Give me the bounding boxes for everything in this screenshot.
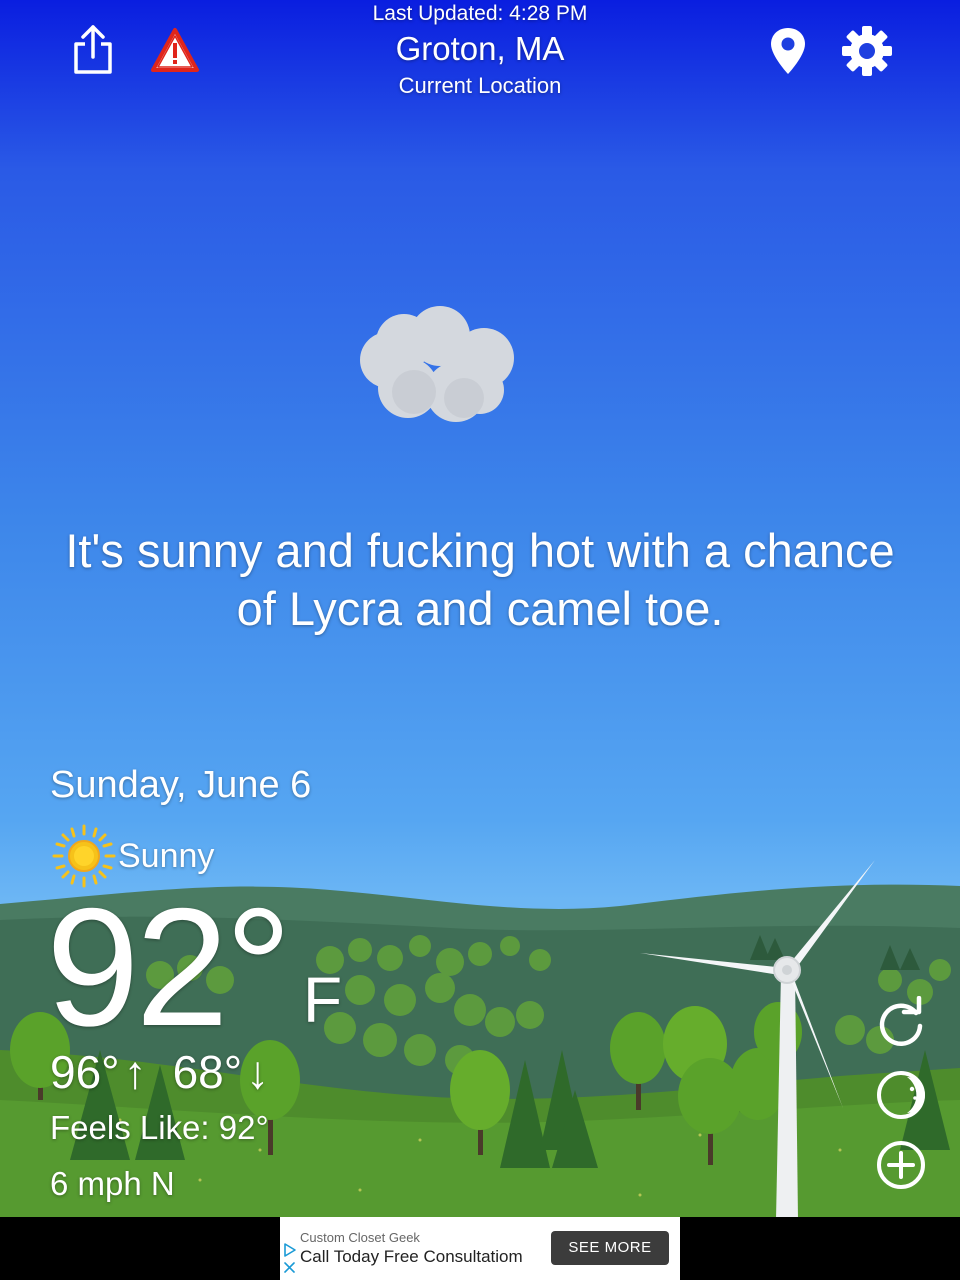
wind-label: 6 mph N bbox=[50, 1165, 175, 1202]
warning-triangle-icon[interactable] bbox=[150, 26, 200, 74]
high-temperature: 96° bbox=[50, 1046, 120, 1098]
current-location-label: Current Location bbox=[398, 73, 562, 98]
forecast-date: Sunday, June 6 bbox=[50, 764, 312, 806]
last-updated-label: Last Updated: 4:28 PM bbox=[372, 2, 588, 25]
high-low-row: 96°↑ 68°↓ bbox=[50, 1044, 269, 1100]
share-icon[interactable] bbox=[70, 24, 116, 76]
map-pin-icon[interactable] bbox=[768, 26, 808, 76]
plus-circle-icon[interactable] bbox=[874, 1138, 928, 1192]
ad-banner[interactable]: Custom Closet Geek Call Today Free Consu… bbox=[280, 1217, 680, 1280]
ad-see-more-button[interactable]: SEE MORE bbox=[551, 1231, 669, 1265]
ad-sponsor: Custom Closet Geek bbox=[300, 1230, 420, 1245]
current-temperature: 92° bbox=[46, 873, 292, 1061]
ad-bar: Custom Closet Geek Call Today Free Consu… bbox=[0, 1217, 960, 1280]
low-temperature: 68° bbox=[172, 1046, 243, 1098]
refresh-icon[interactable] bbox=[874, 996, 928, 1050]
feels-like-label: Feels Like: 92° bbox=[50, 1109, 269, 1146]
adchoices-icon[interactable] bbox=[282, 1241, 298, 1277]
low-arrow-icon: ↓ bbox=[246, 1046, 270, 1098]
condition-label: Sunny bbox=[118, 836, 215, 875]
high-arrow-icon: ↑ bbox=[123, 1046, 147, 1098]
gear-icon[interactable] bbox=[840, 24, 894, 78]
weather-screen: Last Updated: 4:28 PM Groton, MA Current… bbox=[0, 0, 960, 1280]
temperature-unit[interactable]: F bbox=[303, 965, 342, 1035]
header-location-block[interactable]: Last Updated: 4:28 PM Groton, MA Current… bbox=[280, 0, 680, 99]
weather-message: It's sunny and fucking hot with a chance… bbox=[65, 524, 895, 635]
city-name[interactable]: Groton, MA bbox=[280, 29, 680, 69]
ad-headline[interactable]: Call Today Free Consultatiom bbox=[300, 1247, 523, 1267]
cloud-graphic bbox=[360, 306, 514, 422]
moon-icon[interactable] bbox=[874, 1068, 928, 1122]
